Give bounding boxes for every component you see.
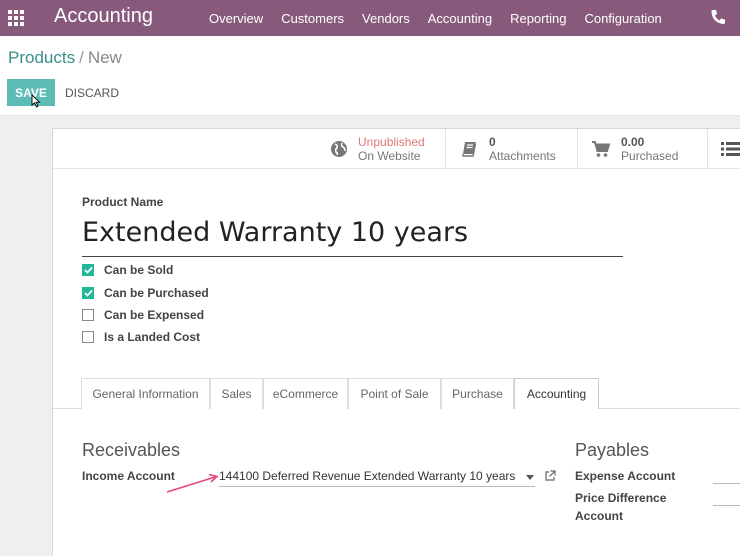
is-landed-cost-checkbox[interactable]: [82, 331, 94, 343]
breadcrumb-products-link[interactable]: Products: [8, 48, 75, 67]
more-button[interactable]: [707, 129, 740, 169]
tab-ecommerce[interactable]: eCommerce: [263, 378, 348, 409]
tab-purchase[interactable]: Purchase: [441, 378, 514, 409]
product-name-input[interactable]: Extended Warranty 10 years: [82, 213, 623, 257]
menu-accounting[interactable]: Accounting: [419, 11, 501, 26]
form-sheet: Unpublished On Website 0 Attachments 0.0…: [52, 128, 740, 556]
menu-reporting[interactable]: Reporting: [501, 11, 575, 26]
is-landed-cost-row[interactable]: Is a Landed Cost: [82, 329, 200, 345]
globe-icon: [331, 141, 347, 157]
website-status-value: Unpublished: [358, 135, 425, 149]
chevron-down-icon[interactable]: [526, 475, 534, 480]
can-be-expensed-label: Can be Expensed: [104, 308, 205, 322]
can-be-sold-row[interactable]: Can be Sold: [82, 262, 173, 278]
external-link-icon[interactable]: [544, 470, 556, 482]
can-be-expensed-checkbox[interactable]: [82, 309, 94, 321]
tab-general-information[interactable]: General Information: [81, 378, 210, 409]
attachments-label: Attachments: [489, 149, 556, 163]
purchased-label: Purchased: [621, 149, 679, 163]
can-be-sold-checkbox[interactable]: [82, 264, 94, 276]
book-icon: [462, 142, 477, 157]
price-difference-account-select[interactable]: [713, 505, 740, 506]
checkmark-icon: [83, 266, 93, 274]
purchased-button[interactable]: 0.00 Purchased: [577, 129, 707, 169]
receivables-title: Receivables: [82, 440, 181, 460]
checkmark-icon: [83, 289, 93, 297]
product-name-label: Product Name: [82, 195, 164, 209]
is-landed-cost-label: Is a Landed Cost: [104, 330, 201, 344]
expense-account-select[interactable]: [713, 483, 740, 484]
main-menu: Overview Customers Vendors Accounting Re…: [200, 0, 671, 36]
stat-button-box: Unpublished On Website 0 Attachments 0.0…: [53, 129, 740, 169]
price-difference-label: Price Difference: [575, 491, 667, 505]
tab-point-of-sale[interactable]: Point of Sale: [348, 378, 441, 409]
payables-title: Payables: [575, 440, 650, 460]
can-be-expensed-row[interactable]: Can be Expensed: [82, 307, 204, 323]
attachments-button[interactable]: 0 Attachments: [445, 129, 577, 169]
menu-overview[interactable]: Overview: [200, 11, 272, 26]
income-account-select[interactable]: 144100 Deferred Revenue Extended Warrant…: [219, 467, 535, 487]
website-status-button[interactable]: Unpublished On Website: [318, 129, 445, 169]
website-status-label: On Website: [358, 149, 421, 163]
control-panel: Products / New SAVE DISCARD: [0, 36, 740, 116]
tab-accounting[interactable]: Accounting: [514, 378, 599, 410]
attachments-count: 0: [489, 135, 496, 149]
cart-icon: [592, 141, 611, 157]
breadcrumb: Products / New: [8, 48, 122, 68]
breadcrumb-separator: /: [79, 48, 84, 67]
purchased-value: 0.00: [621, 135, 645, 149]
app-title[interactable]: Accounting: [54, 5, 153, 28]
can-be-purchased-row[interactable]: Can be Purchased: [82, 285, 209, 301]
phone-icon[interactable]: [710, 8, 726, 26]
expense-account-label: Expense Account: [575, 469, 676, 483]
list-icon: [721, 142, 740, 156]
menu-configuration[interactable]: Configuration: [575, 11, 670, 26]
menu-customers[interactable]: Customers: [272, 11, 353, 26]
apps-grid-icon[interactable]: [8, 10, 24, 26]
menu-vendors[interactable]: Vendors: [353, 11, 419, 26]
top-navbar: Accounting Overview Customers Vendors Ac…: [0, 0, 740, 36]
can-be-purchased-label: Can be Purchased: [104, 286, 209, 300]
breadcrumb-current: New: [87, 48, 122, 67]
tab-sales[interactable]: Sales: [210, 378, 263, 409]
discard-button[interactable]: DISCARD: [60, 79, 124, 106]
can-be-purchased-checkbox[interactable]: [82, 287, 94, 299]
income-account-label: Income Account: [82, 469, 175, 483]
annotation-arrow-icon: [166, 473, 219, 493]
can-be-sold-label: Can be Sold: [104, 263, 174, 277]
price-difference-label-2: Account: [575, 509, 623, 523]
mouse-cursor-icon: [31, 94, 41, 108]
